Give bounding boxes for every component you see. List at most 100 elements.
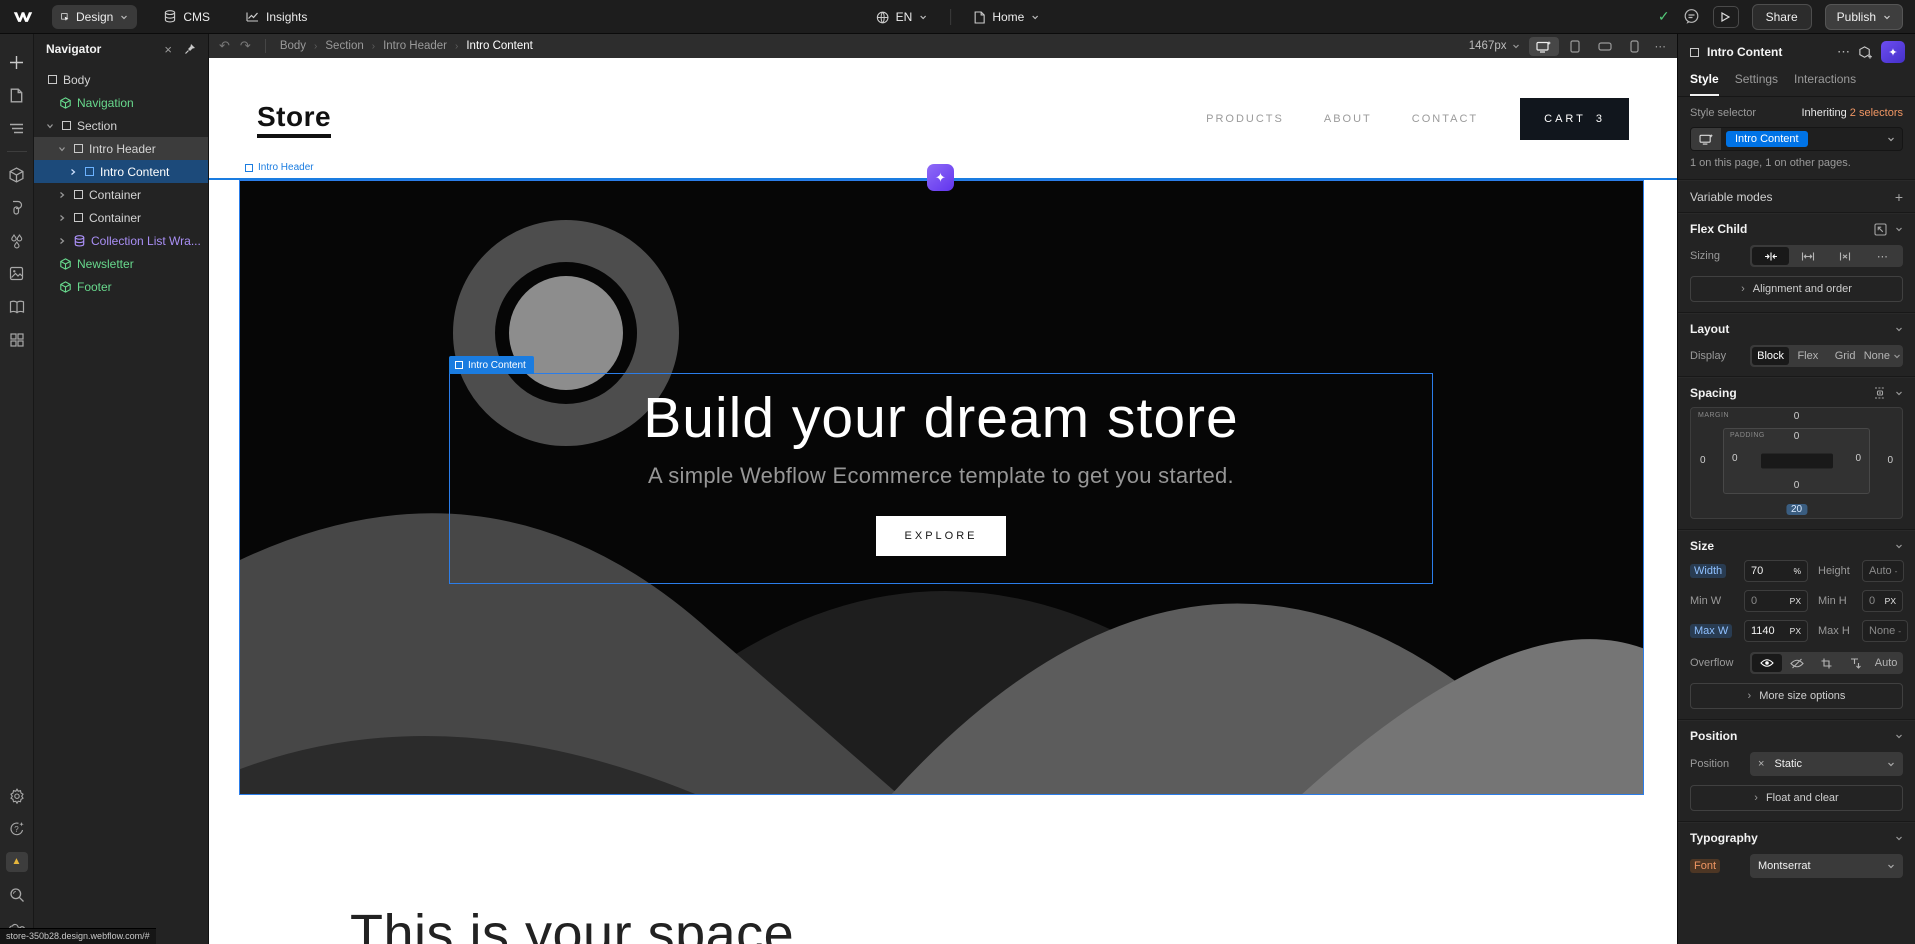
more-size-options-button[interactable]: › More size options bbox=[1690, 683, 1903, 709]
explore-button[interactable]: EXPLORE bbox=[876, 516, 1007, 556]
libraries-button[interactable] bbox=[0, 290, 34, 323]
tab-style[interactable]: Style bbox=[1690, 72, 1719, 96]
ai-assistant-button[interactable]: ✦ bbox=[1881, 41, 1905, 63]
breadcrumb-intro-header[interactable]: Intro Header bbox=[383, 40, 447, 52]
min-height-input[interactable]: 0 PX bbox=[1862, 590, 1903, 612]
pin-icon[interactable] bbox=[184, 43, 196, 55]
selector-class-pill[interactable]: Intro Content bbox=[1726, 131, 1808, 147]
sizing-grow-option[interactable] bbox=[1789, 247, 1826, 265]
sizing-shrink-option[interactable] bbox=[1752, 247, 1789, 265]
hero-subheading[interactable]: A simple Webflow Ecommerce template to g… bbox=[648, 463, 1234, 489]
chevron-right-icon[interactable] bbox=[56, 214, 68, 222]
close-icon[interactable]: × bbox=[164, 42, 172, 57]
padding-left-value[interactable]: 0 bbox=[1732, 453, 1738, 464]
more-breakpoints-button[interactable]: ⋯ bbox=[1655, 39, 1668, 53]
max-height-input[interactable]: None - bbox=[1862, 620, 1908, 642]
chevron-down-icon[interactable] bbox=[1895, 542, 1903, 550]
breakpoint-phone-landscape-button[interactable] bbox=[1591, 39, 1619, 54]
breadcrumb-intro-content[interactable]: Intro Content bbox=[466, 40, 532, 52]
tree-item-intro-header[interactable]: Intro Header bbox=[34, 137, 208, 160]
padding-right-value[interactable]: 0 bbox=[1855, 453, 1861, 464]
search-button[interactable] bbox=[0, 878, 34, 911]
add-element-here-button[interactable]: ✦ bbox=[927, 164, 954, 191]
design-mode-button[interactable]: Design bbox=[52, 5, 137, 29]
breakpoint-phone-button[interactable] bbox=[1623, 37, 1646, 56]
alignment-and-order-button[interactable]: › Alignment and order bbox=[1690, 276, 1903, 302]
display-flex-option[interactable]: Flex bbox=[1789, 347, 1826, 365]
position-select[interactable]: × Static bbox=[1750, 752, 1903, 776]
overflow-scroll-option[interactable] bbox=[1812, 654, 1842, 672]
chevron-down-icon[interactable] bbox=[1895, 325, 1903, 333]
tree-item-container[interactable]: Container bbox=[34, 183, 208, 206]
create-component-button[interactable] bbox=[1858, 45, 1873, 60]
overflow-clip-option[interactable] bbox=[1841, 654, 1871, 672]
padding-bottom-value[interactable]: 0 bbox=[1724, 480, 1869, 491]
margin-right-value[interactable]: 0 bbox=[1887, 455, 1893, 466]
publish-button[interactable]: Publish bbox=[1825, 4, 1903, 30]
tree-item-body[interactable]: Body bbox=[34, 68, 208, 91]
margin-top-value[interactable]: 0 bbox=[1691, 411, 1902, 422]
tree-item-intro-content[interactable]: Intro Content bbox=[34, 160, 208, 183]
canvas-width-dropdown[interactable]: 1467px bbox=[1469, 40, 1520, 52]
preview-button[interactable] bbox=[1713, 6, 1739, 28]
padding-top-value[interactable]: 0 bbox=[1724, 431, 1869, 442]
tree-item-container[interactable]: Container bbox=[34, 206, 208, 229]
chevron-right-icon[interactable] bbox=[67, 168, 79, 176]
next-section-heading[interactable]: This is your space bbox=[350, 903, 794, 944]
tab-settings[interactable]: Settings bbox=[1735, 72, 1778, 96]
display-none-option[interactable]: None bbox=[1864, 347, 1901, 365]
tree-item-newsletter[interactable]: Newsletter bbox=[34, 252, 208, 275]
intro-header-section[interactable]: Intro Content Build your dream store A s… bbox=[239, 180, 1644, 795]
webflow-logo-icon[interactable] bbox=[12, 10, 34, 24]
help-button[interactable]: ? bbox=[0, 812, 34, 845]
chevron-down-icon[interactable] bbox=[1887, 128, 1902, 150]
chevron-down-icon[interactable] bbox=[56, 145, 68, 153]
chevron-right-icon[interactable] bbox=[56, 237, 68, 245]
display-block-option[interactable]: Block bbox=[1752, 347, 1789, 365]
float-and-clear-button[interactable]: › Float and clear bbox=[1690, 785, 1903, 811]
tree-item-footer[interactable]: Footer bbox=[34, 275, 208, 298]
redo-button[interactable]: ↷ bbox=[240, 38, 251, 54]
hero-heading[interactable]: Build your dream store bbox=[643, 380, 1238, 457]
tree-item-navigation[interactable]: Navigation bbox=[34, 91, 208, 114]
element-menu-button[interactable]: ⋯ bbox=[1837, 44, 1850, 60]
chevron-down-icon[interactable] bbox=[1895, 834, 1903, 842]
upgrade-button[interactable]: ▲ bbox=[0, 845, 34, 878]
style-selector-input[interactable]: Intro Content bbox=[1690, 127, 1903, 151]
breakpoint-tablet-button[interactable] bbox=[1563, 37, 1587, 56]
chevron-down-icon[interactable] bbox=[44, 122, 56, 130]
spacing-presets-icon[interactable] bbox=[1873, 387, 1887, 399]
sizing-more-option[interactable]: ⋯ bbox=[1864, 247, 1901, 265]
clear-icon[interactable]: × bbox=[1758, 758, 1764, 770]
tree-item-section[interactable]: Section bbox=[34, 114, 208, 137]
assets-button[interactable] bbox=[0, 257, 34, 290]
style-manager-button[interactable] bbox=[0, 191, 34, 224]
nav-link-about[interactable]: ABOUT bbox=[1324, 113, 1372, 125]
chevron-down-icon[interactable] bbox=[1895, 225, 1903, 233]
breadcrumb-body[interactable]: Body bbox=[280, 40, 306, 52]
nav-link-contact[interactable]: CONTACT bbox=[1412, 113, 1478, 125]
settings-gear-button[interactable] bbox=[0, 779, 34, 812]
locale-switcher[interactable]: EN bbox=[867, 5, 937, 29]
breadcrumb-section[interactable]: Section bbox=[325, 40, 363, 52]
components-button[interactable] bbox=[0, 158, 34, 191]
page-switcher[interactable]: Home bbox=[965, 5, 1048, 29]
sizing-none-option[interactable] bbox=[1827, 247, 1864, 265]
margin-left-value[interactable]: 0 bbox=[1700, 455, 1706, 466]
min-width-input[interactable]: 0 PX bbox=[1744, 590, 1808, 612]
chevron-down-icon[interactable] bbox=[1895, 389, 1903, 397]
cms-button[interactable]: CMS bbox=[155, 5, 219, 29]
max-width-input[interactable]: 1140 PX bbox=[1744, 620, 1808, 642]
overflow-visible-option[interactable] bbox=[1752, 654, 1782, 672]
tree-item-collection-list[interactable]: Collection List Wra... bbox=[34, 229, 208, 252]
breakpoint-desktop-button[interactable] bbox=[1529, 37, 1559, 56]
chevron-down-icon[interactable] bbox=[1895, 732, 1903, 740]
add-element-button[interactable] bbox=[0, 46, 34, 79]
navigator-button[interactable] bbox=[0, 112, 34, 145]
height-input[interactable]: Auto - bbox=[1862, 560, 1904, 582]
add-variable-mode-button[interactable]: + bbox=[1895, 189, 1903, 205]
display-grid-option[interactable]: Grid bbox=[1826, 347, 1863, 365]
intro-content-selected-element[interactable]: Intro Content Build your dream store A s… bbox=[449, 373, 1433, 584]
variables-button[interactable] bbox=[0, 224, 34, 257]
chevron-right-icon[interactable] bbox=[56, 191, 68, 199]
